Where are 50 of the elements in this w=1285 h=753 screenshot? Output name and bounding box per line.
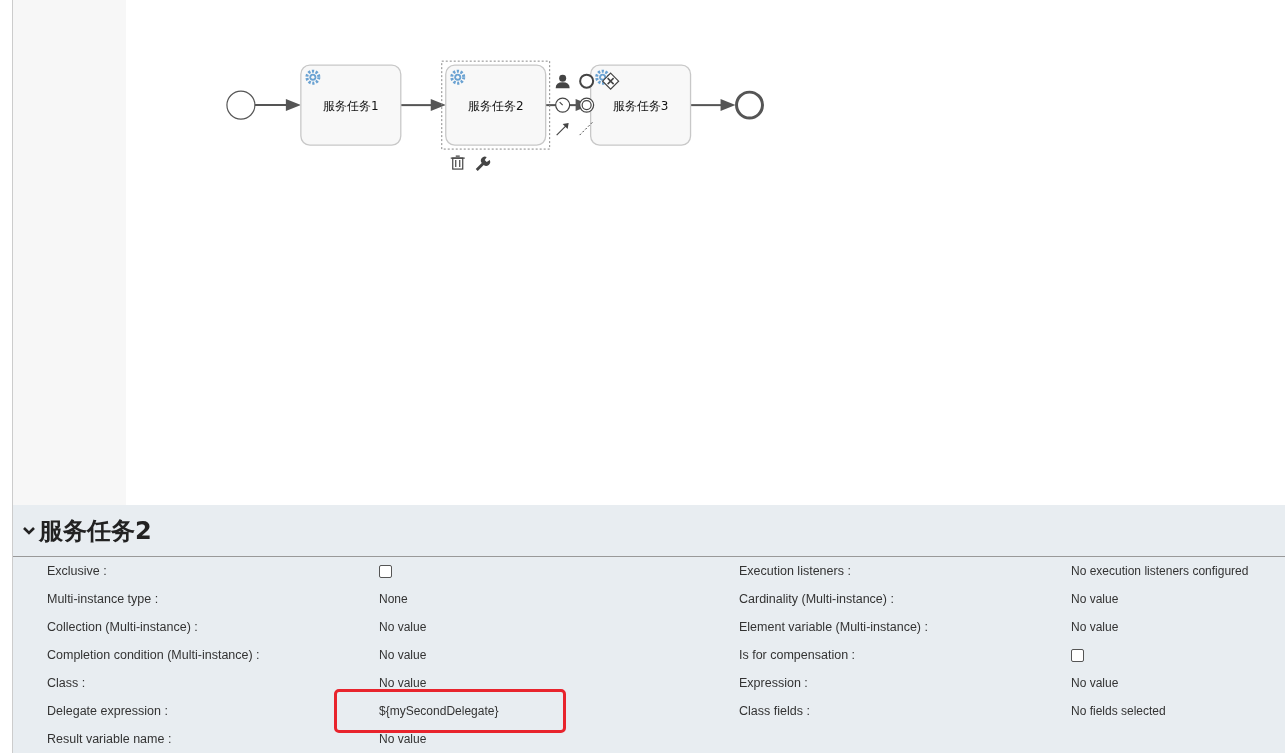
property-value[interactable]: No value [1071, 620, 1119, 634]
property-value[interactable]: ${mySecondDelegate} [379, 704, 499, 718]
property-value[interactable]: No value [379, 676, 427, 690]
trash-icon[interactable] [450, 155, 466, 170]
property-value[interactable]: No fields selected [1071, 704, 1166, 718]
start-event[interactable] [226, 90, 256, 120]
end-event[interactable] [734, 90, 764, 120]
property-value[interactable]: No value [379, 648, 427, 662]
property-label: Execution listeners : [739, 564, 852, 578]
sequence-flow-arrow [253, 99, 301, 112]
property-value[interactable]: No value [1071, 592, 1119, 606]
property-label: Is for compensation : [739, 648, 857, 662]
panel-title: 服务任务2 [39, 515, 152, 547]
gateway-icon[interactable] [601, 72, 620, 90]
property-value[interactable]: No value [1071, 676, 1119, 690]
property-value[interactable]: No value [379, 732, 427, 746]
task-label: 服务任务1 [322, 99, 379, 114]
user-icon[interactable] [555, 74, 570, 89]
double-circle-icon[interactable] [578, 97, 595, 113]
property-label: Expression : [739, 676, 809, 690]
task-label: 服务任务3 [612, 99, 669, 114]
service-task[interactable]: 服务任务2 [441, 60, 551, 150]
gear-icon [450, 69, 466, 85]
service-task[interactable]: 服务任务3 [589, 64, 692, 146]
checkbox[interactable] [379, 564, 392, 578]
property-label: Result variable name : [47, 732, 173, 746]
chevron-down-icon[interactable] [23, 525, 35, 536]
gear-icon [305, 69, 321, 85]
checkbox[interactable] [1071, 648, 1084, 662]
property-label: Class fields : [739, 704, 811, 718]
property-label: Cardinality (Multi-instance) : [739, 592, 895, 606]
property-label: Class : [47, 676, 87, 690]
property-label: Completion condition (Multi-instance) : [47, 648, 261, 662]
task-label: 服务任务2 [467, 99, 524, 114]
property-value[interactable]: None [379, 592, 408, 606]
arrow-icon[interactable] [555, 123, 569, 136]
property-label: Exclusive : [47, 564, 108, 578]
sequence-flow-arrow [399, 99, 446, 112]
property-value[interactable]: No value [379, 620, 427, 634]
property-label: Multi-instance type : [47, 592, 160, 606]
property-value[interactable]: No execution listeners configured [1071, 564, 1249, 578]
property-label: Delegate expression : [47, 704, 169, 718]
timer-icon[interactable] [554, 97, 571, 113]
circle-icon[interactable] [579, 73, 595, 89]
wrench-icon[interactable] [475, 156, 491, 172]
service-task[interactable]: 服务任务1 [300, 64, 402, 146]
property-label: Element variable (Multi-instance) : [739, 620, 929, 634]
dotted-line-icon[interactable] [579, 121, 594, 136]
sequence-flow-arrow [689, 99, 736, 112]
property-label: Collection (Multi-instance) : [47, 620, 199, 634]
